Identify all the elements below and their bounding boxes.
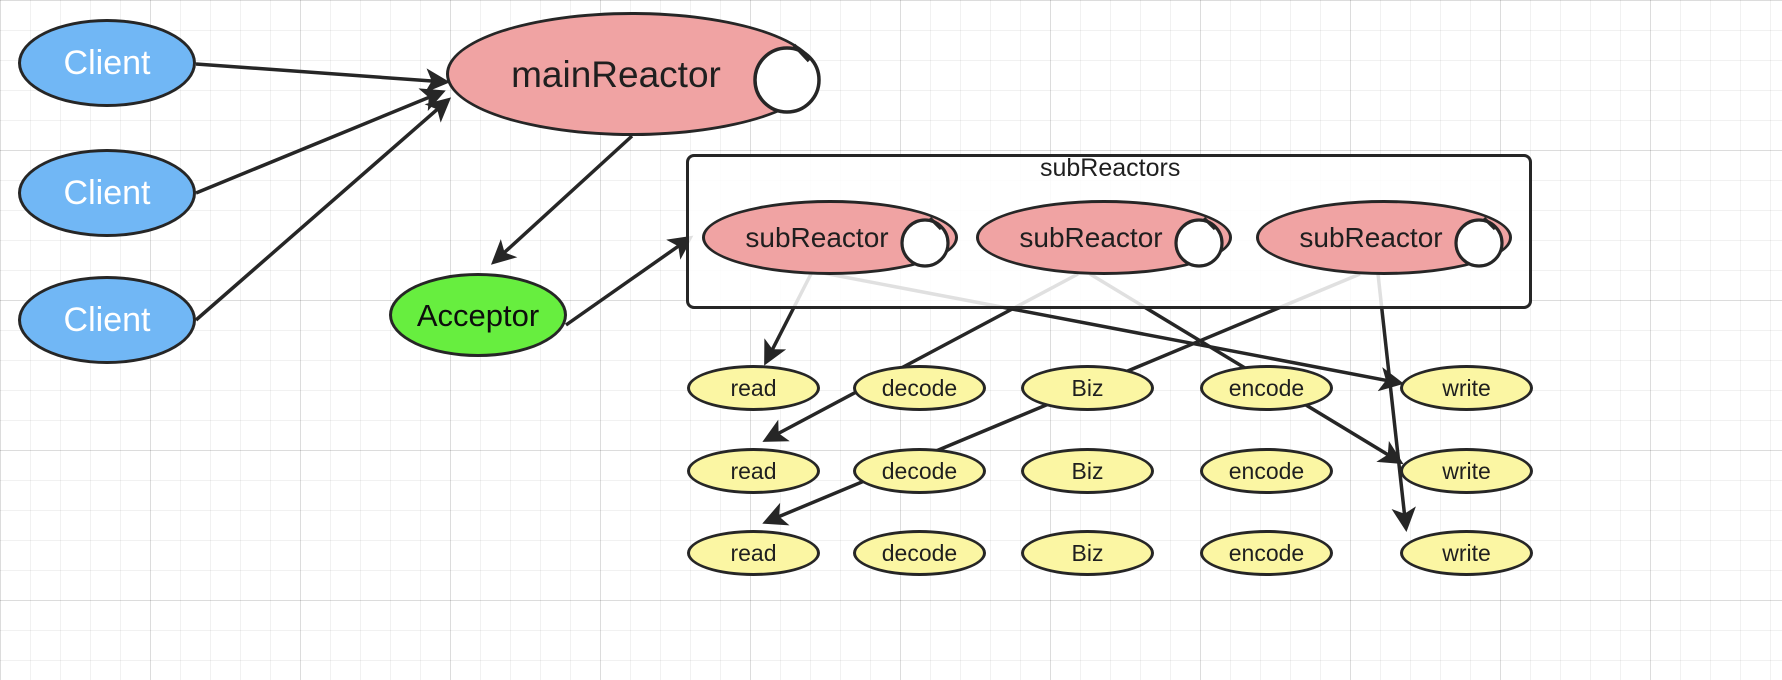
stage-biz-row1[interactable]: Biz <box>1021 365 1154 411</box>
stage-write-row1[interactable]: write <box>1400 365 1533 411</box>
stage-encode-row2[interactable]: encode <box>1200 448 1333 494</box>
stage-write-row2[interactable]: write <box>1400 448 1533 494</box>
edge-client2-to-mainreactor <box>195 88 446 195</box>
client-node-2[interactable]: Client <box>18 149 196 237</box>
diagram-canvas: Client Client Client mainReactor Accepto… <box>0 0 1782 680</box>
stage-label: read <box>730 539 777 566</box>
main-reactor-self-loop-icon <box>753 43 821 114</box>
stage-encode-row3[interactable]: encode <box>1200 530 1333 576</box>
stage-label: decode <box>881 457 958 484</box>
acceptor-node[interactable]: Acceptor <box>389 273 567 357</box>
stage-label: decode <box>881 374 958 401</box>
stage-label: write <box>1442 457 1491 484</box>
sub-reactor-1-self-loop-icon <box>900 216 950 268</box>
client-label: Client <box>63 174 151 212</box>
stage-label: read <box>730 374 777 401</box>
stage-decode-row1[interactable]: decode <box>853 365 986 411</box>
sub-reactor-label: subReactor <box>1019 221 1163 253</box>
stage-read-row3[interactable]: read <box>687 530 820 576</box>
stage-label: encode <box>1228 539 1305 566</box>
stage-label: write <box>1442 539 1491 566</box>
stage-read-row1[interactable]: read <box>687 365 820 411</box>
stage-label: write <box>1442 374 1491 401</box>
stage-label: decode <box>881 539 958 566</box>
stage-label: Biz <box>1071 457 1104 484</box>
client-node-3[interactable]: Client <box>18 276 196 364</box>
stage-biz-row3[interactable]: Biz <box>1021 530 1154 576</box>
sub-reactor-label: subReactor <box>745 221 889 253</box>
stage-decode-row2[interactable]: decode <box>853 448 986 494</box>
sub-reactor-3-self-loop-icon <box>1454 216 1504 268</box>
sub-reactor-2-self-loop-icon <box>1174 216 1224 268</box>
stage-write-row3[interactable]: write <box>1400 530 1533 576</box>
edge-layer <box>194 62 1416 533</box>
stage-label: encode <box>1228 457 1305 484</box>
stage-decode-row3[interactable]: decode <box>853 530 986 576</box>
stage-label: Biz <box>1071 374 1104 401</box>
client-node-1[interactable]: Client <box>18 19 196 107</box>
stage-encode-row1[interactable]: encode <box>1200 365 1333 411</box>
edge-mainreactor-to-acceptor <box>490 134 634 265</box>
stage-label: encode <box>1228 374 1305 401</box>
main-reactor-label: mainReactor <box>511 53 721 95</box>
stage-read-row2[interactable]: read <box>687 448 820 494</box>
sub-reactor-label: subReactor <box>1299 221 1443 253</box>
client-label: Client <box>63 44 151 82</box>
edge-client1-to-mainreactor <box>195 62 451 93</box>
client-label: Client <box>63 301 151 339</box>
stage-label: Biz <box>1071 539 1104 566</box>
sub-reactors-group-title: subReactors <box>1040 154 1181 182</box>
stage-label: read <box>730 457 777 484</box>
acceptor-label: Acceptor <box>416 297 540 333</box>
edge-acceptor-to-subreactors <box>564 235 694 327</box>
stage-biz-row2[interactable]: Biz <box>1021 448 1154 494</box>
edge-subreactor3-to-write3 <box>1376 273 1416 533</box>
